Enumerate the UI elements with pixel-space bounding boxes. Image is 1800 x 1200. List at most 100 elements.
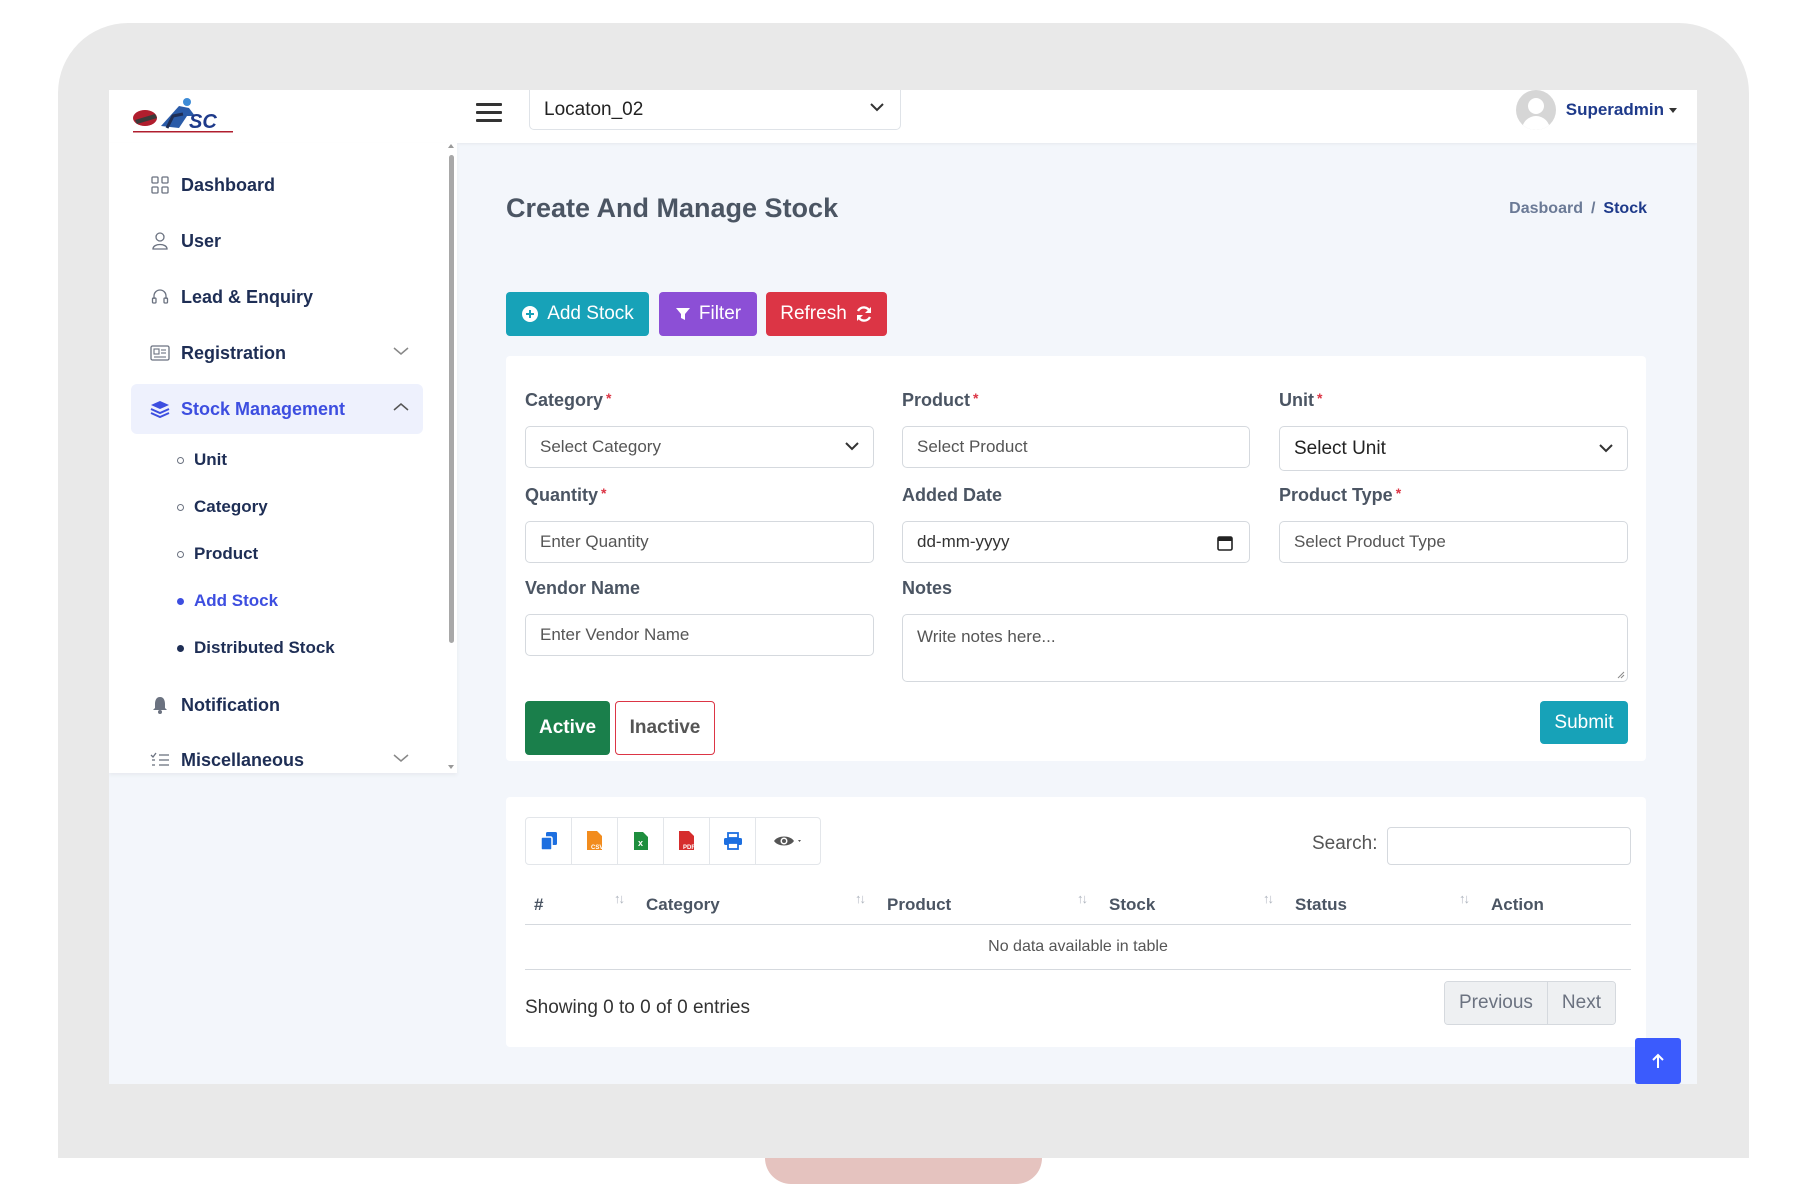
product-field[interactable]: Select Product: [902, 426, 1250, 468]
column-header-category[interactable]: Category: [646, 895, 720, 915]
bullet-icon: [177, 550, 184, 558]
filter-icon: [675, 308, 690, 320]
location-select[interactable]: Locaton_02: [529, 90, 901, 130]
product-type-field[interactable]: Select Product Type: [1279, 521, 1628, 563]
page-title: Create And Manage Stock: [506, 193, 839, 223]
scroll-up-arrow-icon[interactable]: [448, 144, 454, 148]
category-select[interactable]: Select Category: [525, 426, 874, 468]
chevron-up-icon: [393, 403, 409, 411]
category-label: Category *: [525, 390, 612, 410]
unit-select[interactable]: Select Unit: [1279, 426, 1628, 471]
sidebar-item-label: Miscellaneous: [181, 749, 305, 770]
submit-button[interactable]: Submit: [1540, 701, 1628, 744]
excel-icon: x: [633, 832, 648, 850]
sidebar-subitem-unit[interactable]: Unit: [177, 443, 227, 477]
sidebar-item-user[interactable]: User: [131, 216, 423, 266]
filter-button[interactable]: Filter: [659, 292, 757, 336]
calendar-icon[interactable]: [1217, 535, 1233, 551]
unit-select-value: Select Unit: [1294, 437, 1386, 459]
sidebar-item-stock-management[interactable]: Stock Management: [131, 384, 423, 434]
vendor-name-field[interactable]: Enter Vendor Name: [525, 614, 874, 656]
eye-icon: [774, 836, 801, 846]
column-header-status[interactable]: Status: [1295, 895, 1347, 915]
bullet-icon: [177, 503, 184, 511]
sidebar-subitem-label: Unit: [194, 450, 228, 469]
svg-text:CSV: CSV: [591, 845, 603, 851]
refresh-button[interactable]: Refresh: [766, 292, 887, 336]
user-menu[interactable]: Superadmin: [1515, 90, 1677, 130]
sort-icon: ↑↓: [614, 891, 625, 906]
vendor-name-placeholder: Enter Vendor Name: [540, 625, 690, 644]
quantity-field[interactable]: Enter Quantity: [525, 521, 874, 563]
sidebar-subitem-label: Distributed Stock: [194, 638, 335, 657]
previous-page-button[interactable]: Previous: [1445, 982, 1547, 1024]
product-type-label: Product Type *: [1279, 485, 1402, 505]
layers-icon: [149, 398, 171, 420]
vendor-name-label: Vendor Name: [525, 578, 641, 598]
added-date-label: Added Date: [902, 485, 1003, 505]
add-stock-label: Add Stock: [547, 303, 634, 324]
sidebar: Dashboard User Lead & Enquiry Registrati…: [109, 143, 457, 773]
back-to-top-button[interactable]: [1635, 1038, 1681, 1084]
column-header-action[interactable]: Action: [1491, 895, 1544, 915]
resize-handle-icon[interactable]: [1617, 671, 1625, 679]
print-button[interactable]: [710, 818, 756, 864]
sort-icon: ↑↓: [1263, 891, 1274, 906]
id-card-icon: [149, 342, 171, 364]
filter-label: Filter: [698, 303, 742, 324]
sidebar-item-label: Dashboard: [181, 174, 276, 195]
column-visibility-button[interactable]: [756, 818, 820, 864]
column-header-product[interactable]: Product: [887, 895, 951, 915]
product-placeholder: Select Product: [917, 437, 1028, 456]
sort-icon: ↑↓: [1459, 891, 1470, 906]
avatar: [1515, 90, 1556, 130]
user-name: Superadmin: [1565, 100, 1664, 119]
breadcrumb-dashboard-link[interactable]: Dasboard: [1509, 200, 1583, 218]
product-label: Product *: [902, 390, 979, 410]
quantity-label: Quantity *: [525, 485, 607, 505]
sidebar-item-notification[interactable]: Notification: [131, 680, 423, 730]
sort-icon: ↑↓: [1077, 891, 1088, 906]
sidebar-subitem-add-stock[interactable]: Add Stock: [177, 584, 278, 618]
scroll-thumb[interactable]: [449, 155, 454, 643]
notes-textarea[interactable]: Write notes here...: [902, 614, 1628, 682]
copy-button[interactable]: [526, 818, 572, 864]
bullet-icon: [177, 644, 184, 652]
next-page-button[interactable]: Next: [1546, 982, 1615, 1024]
search-label: Search:: [1312, 833, 1378, 854]
grid-icon: [149, 174, 171, 196]
unit-label: Unit *: [1279, 390, 1323, 410]
stock-form-card: Category * Select Category Product * Selec…: [506, 356, 1646, 761]
menu-toggle-icon[interactable]: [474, 98, 504, 128]
active-toggle-button[interactable]: Active: [525, 701, 610, 755]
scroll-down-arrow-icon[interactable]: [448, 765, 454, 769]
sidebar-item-lead-enquiry[interactable]: Lead & Enquiry: [131, 272, 423, 322]
added-date-field[interactable]: dd-mm-yyyy: [902, 521, 1250, 563]
sidebar-item-dashboard[interactable]: Dashboard: [131, 160, 423, 210]
column-header-stock[interactable]: Stock: [1109, 895, 1155, 915]
pdf-button[interactable]: PDF: [664, 818, 710, 864]
sidebar-subitem-category[interactable]: Category: [177, 490, 268, 524]
category-select-value: Select Category: [540, 437, 661, 456]
refresh-icon: [856, 306, 871, 322]
sidebar-subitem-product[interactable]: Product: [177, 537, 258, 571]
sidebar-subitem-label: Add Stock: [194, 591, 279, 610]
sidebar-item-miscellaneous[interactable]: Miscellaneous: [131, 735, 423, 773]
refresh-label: Refresh: [780, 303, 847, 324]
sidebar-subitem-distributed-stock[interactable]: Distributed Stock: [177, 631, 335, 665]
inactive-toggle-button[interactable]: Inactive: [615, 701, 715, 755]
csv-icon: CSV: [586, 831, 603, 851]
add-stock-button[interactable]: Add Stock: [506, 292, 649, 336]
breadcrumb-separator: /: [1590, 200, 1596, 217]
column-header-index[interactable]: #: [534, 895, 543, 915]
location-select-value: Locaton_02: [544, 98, 644, 120]
copy-icon: [539, 832, 557, 851]
chevron-down-icon: [1599, 444, 1613, 453]
excel-button[interactable]: x: [618, 818, 664, 864]
csv-button[interactable]: CSV: [572, 818, 618, 864]
search-input[interactable]: [1387, 827, 1631, 865]
sidebar-item-registration[interactable]: Registration: [131, 328, 423, 378]
sidebar-scrollbar[interactable]: [447, 143, 455, 773]
pagination: Previous Next: [1444, 981, 1616, 1025]
top-header: SC Locaton_02 Superadmin: [109, 90, 1697, 143]
